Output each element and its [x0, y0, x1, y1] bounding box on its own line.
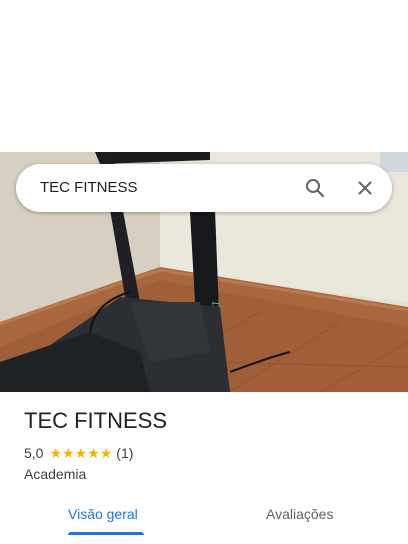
- rating-row: 5,0 ★ ★ ★ ★ ★ (1): [24, 445, 133, 461]
- tab-reviews[interactable]: Avaliações: [266, 496, 333, 536]
- search-icon: [306, 179, 325, 198]
- tab-bar: Visão geral Avaliações: [0, 496, 408, 544]
- star-icon: ★: [99, 445, 113, 461]
- star-icon: ★: [74, 445, 88, 461]
- search-button[interactable]: [301, 174, 329, 202]
- place-title: TEC FITNESS: [24, 408, 168, 433]
- star-icon: ★: [49, 445, 63, 461]
- tab-overview[interactable]: Visão geral: [68, 496, 138, 536]
- star-rating: ★ ★ ★ ★ ★: [49, 446, 112, 460]
- star-icon: ★: [87, 445, 100, 461]
- search-input[interactable]: TEC FITNESS: [40, 164, 138, 212]
- review-count[interactable]: (1): [116, 445, 133, 461]
- active-tab-indicator: [68, 532, 144, 535]
- place-category[interactable]: Academia: [24, 466, 86, 482]
- rating-value: 5,0: [24, 445, 44, 461]
- search-bar[interactable]: TEC FITNESS: [16, 164, 392, 212]
- close-button[interactable]: [351, 174, 379, 202]
- star-icon: ★: [62, 445, 75, 461]
- close-icon: [358, 181, 372, 195]
